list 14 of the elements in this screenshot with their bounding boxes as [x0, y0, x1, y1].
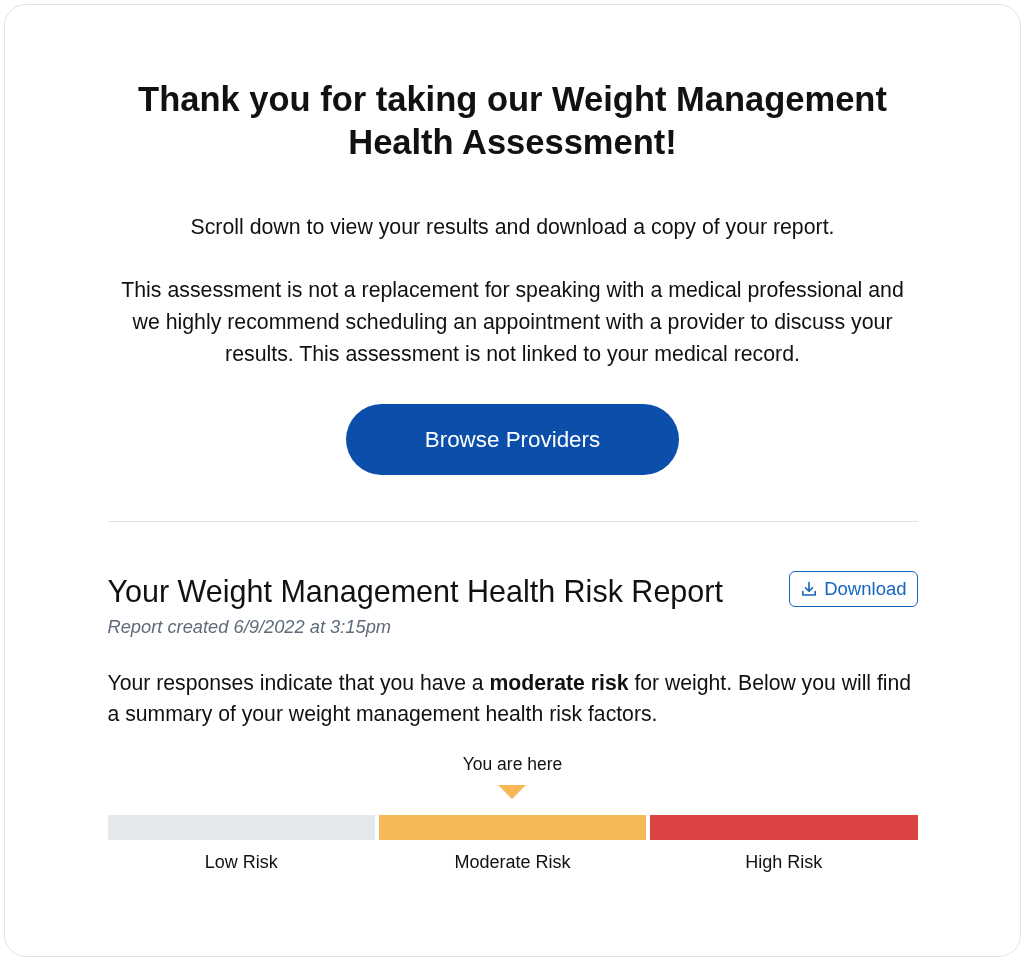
- risk-label: High Risk: [744, 851, 824, 873]
- download-button[interactable]: Download: [789, 571, 918, 607]
- triangle-marker-icon: [498, 785, 527, 799]
- disclaimer-text: This assessment is not a replacement for speaking with a medical professional and we highly recommend scheduling an appointment with a provider to discuss your results. This assessment is not linked to your medical record.: [120, 277, 905, 368]
- risk-label: Moderate Risk: [453, 851, 572, 873]
- risk-label: Low Risk: [203, 851, 279, 873]
- intro-text: Scroll down to view your results and download a copy of your report.: [189, 214, 836, 241]
- report-date: Report created 6/9/2022 at 3:15pm: [107, 616, 393, 638]
- report-title: Your Weight Management Health Risk Report: [107, 573, 723, 609]
- summary-text: Your responses indicate that you have a moderate risk for weight. Below you will find a summary of your weight management health risk factors.: [107, 670, 913, 728]
- download-icon: [801, 581, 818, 597]
- marker-label: You are here: [462, 753, 563, 775]
- browse-providers-button[interactable]: Browse Providers: [346, 404, 679, 475]
- page-heading: Thank you for taking our Weight Management Health Assessment!: [137, 79, 888, 163]
